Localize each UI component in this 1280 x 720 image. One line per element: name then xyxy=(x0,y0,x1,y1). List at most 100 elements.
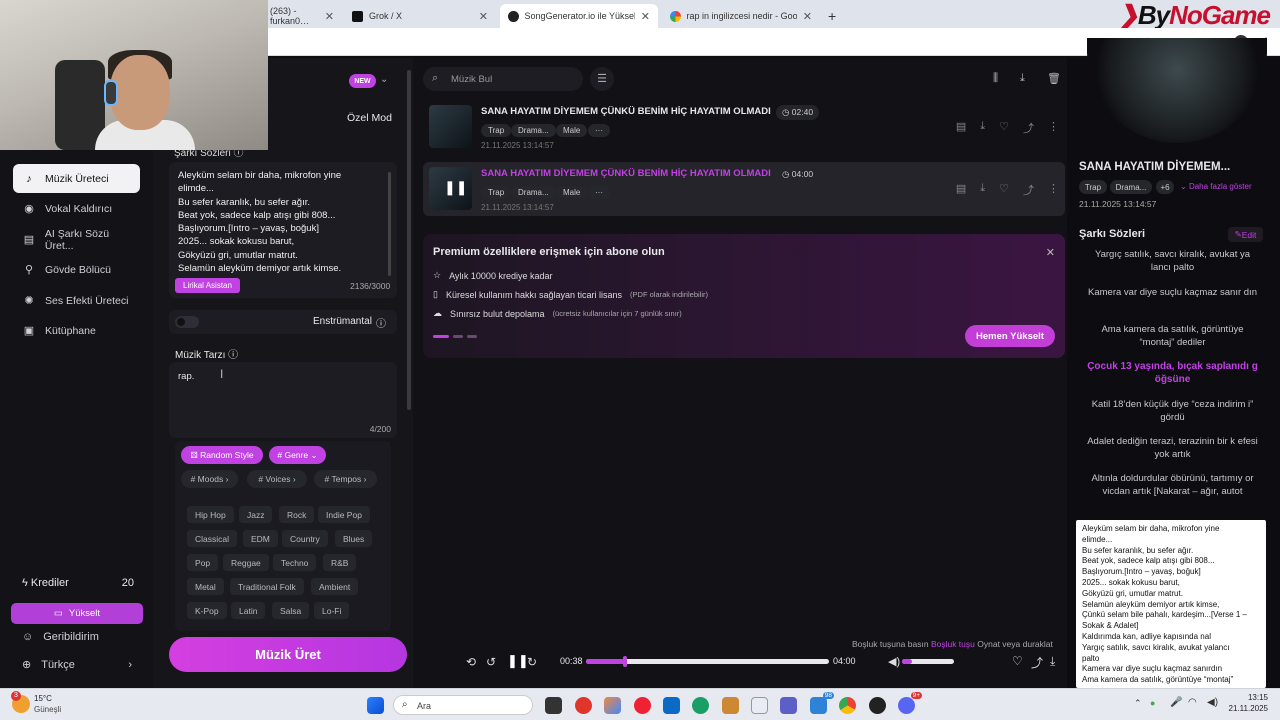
sidebar-item-stem-splitter[interactable]: ⚲ Gövde Bölücü xyxy=(13,255,140,284)
taskbar-date[interactable]: 21.11.2025 xyxy=(1224,704,1268,713)
genre-chip[interactable]: Indie Pop xyxy=(318,506,370,523)
song-more-tags[interactable]: ··· xyxy=(588,186,610,199)
download-icon[interactable]: ⤓ xyxy=(980,182,985,198)
heart-icon[interactable]: ♡ xyxy=(1012,654,1023,668)
voices-tab[interactable]: # Voices › xyxy=(247,470,307,488)
opera-icon[interactable] xyxy=(634,697,651,714)
random-style-button[interactable]: ⚄ Random Style xyxy=(181,446,263,464)
speaker-icon[interactable]: ◀) xyxy=(1207,697,1218,708)
genre-chip[interactable]: EDM xyxy=(243,530,278,547)
music-style-input[interactable]: rap. I 4/200 xyxy=(169,362,397,438)
library-view-icon[interactable]: ⫼ xyxy=(993,72,998,85)
outlook-icon[interactable] xyxy=(663,697,680,714)
pause-icon[interactable]: ❚❚ xyxy=(507,653,529,669)
genre-chip[interactable]: Ambient xyxy=(311,578,359,595)
tab-songgenerator[interactable]: SongGenerator.io ile Yüksek Ka… ✕ xyxy=(500,4,658,28)
share-icon[interactable]: ⤴ xyxy=(1031,654,1043,671)
genre-chip[interactable]: Salsa xyxy=(272,602,310,619)
edit-lyrics-button[interactable]: ✎ Edit xyxy=(1228,227,1263,242)
more-icon[interactable]: ⋮ xyxy=(1048,120,1059,136)
tab-grok[interactable]: Grok / X ✕ xyxy=(344,4,496,28)
lyrics-icon[interactable]: ▤ xyxy=(956,182,966,198)
heart-icon[interactable]: ♡ xyxy=(999,182,1009,198)
more-icon[interactable]: ⋮ xyxy=(1048,182,1059,198)
moods-tab[interactable]: # Moods › xyxy=(181,470,238,488)
tab-youtube[interactable]: (263) - furkan0… ✕ xyxy=(262,4,342,28)
generate-music-button[interactable]: Müzik Üret xyxy=(169,637,407,672)
tab-google[interactable]: rap in ingilizcesi nedir - Google ✕ xyxy=(662,4,820,28)
search-box[interactable]: ⌕ Müzik Bul xyxy=(423,67,583,91)
search-input[interactable]: Müzik Bul xyxy=(451,74,492,85)
share-icon[interactable]: ⤴ xyxy=(1023,182,1034,198)
chevron-down-icon[interactable]: ⌄ xyxy=(380,74,388,85)
tray-chevron-icon[interactable]: ⌃ xyxy=(1134,698,1142,709)
show-more-link[interactable]: ⌄ Daha fazla göster xyxy=(1180,182,1252,191)
genre-chip[interactable]: Hip Hop xyxy=(187,506,234,523)
song-more-tags[interactable]: ··· xyxy=(588,124,610,137)
genre-chip[interactable]: R&B xyxy=(323,554,357,571)
download-icon[interactable]: ⤓ xyxy=(1050,654,1055,669)
windows-start-icon[interactable] xyxy=(367,697,384,714)
progress-track[interactable] xyxy=(586,656,829,667)
taskbar-search[interactable]: ⌕ Ara xyxy=(393,695,533,715)
carousel-dot-active[interactable] xyxy=(433,335,449,338)
repeat-icon[interactable]: ⟲ xyxy=(466,655,476,669)
genre-chip[interactable]: Reggae xyxy=(223,554,269,571)
download-icon[interactable]: ⤓ xyxy=(980,120,985,136)
close-icon[interactable]: ✕ xyxy=(641,10,650,23)
download-icon[interactable]: ⤓ xyxy=(1020,72,1025,85)
genre-chip[interactable]: Pop xyxy=(187,554,219,571)
genre-chip[interactable]: Country xyxy=(282,530,328,547)
obs-icon[interactable] xyxy=(869,697,886,714)
tempos-tab[interactable]: # Tempos › xyxy=(314,470,377,488)
lyrics-scrollbar[interactable] xyxy=(388,172,391,276)
chrome-icon[interactable] xyxy=(839,697,856,714)
genre-chip[interactable]: Classical xyxy=(187,530,238,547)
carousel-dot[interactable] xyxy=(467,335,477,338)
new-tab-button[interactable]: + xyxy=(820,4,840,28)
genre-chip[interactable]: Metal xyxy=(187,578,224,595)
song-row-playing[interactable]: ❚❚ SANA HAYATIM DİYEMEM ÇÜNKÜ BENİM HİÇ … xyxy=(423,162,1065,216)
feedback-link[interactable]: ☺ Geribildirim xyxy=(22,631,99,643)
genre-chip[interactable]: Lo-Fi xyxy=(314,602,350,619)
wifi-icon[interactable]: ◠ xyxy=(1188,697,1197,708)
taskbar-time[interactable]: 13:15 xyxy=(1228,693,1268,702)
trash-icon[interactable]: 🗑 xyxy=(1047,72,1061,85)
genre-chip[interactable]: K-Pop xyxy=(187,602,227,619)
form-scrollbar[interactable] xyxy=(407,70,411,410)
app-icon[interactable] xyxy=(575,697,592,714)
upgrade-now-button[interactable]: Hemen Yükselt xyxy=(965,325,1055,347)
genre-tab[interactable]: # Genre ⌄ xyxy=(269,446,326,464)
forward-icon[interactable]: ↻ xyxy=(527,655,537,669)
genre-chip[interactable]: Traditional Folk xyxy=(230,578,304,595)
sidebar-item-ai-lyrics[interactable]: ▤ AI Şarkı Sözü Üret... xyxy=(13,225,140,254)
mail-icon[interactable]: 98 xyxy=(810,692,834,714)
sidebar-item-library[interactable]: ▣ Kütüphane xyxy=(13,316,140,345)
instrumental-toggle[interactable] xyxy=(175,316,199,328)
task-view-icon[interactable] xyxy=(545,697,562,714)
microphone-icon[interactable]: 🎤 xyxy=(1170,697,1182,708)
genre-chip[interactable]: Jazz xyxy=(239,506,273,523)
volume-icon[interactable]: ◀) xyxy=(888,655,900,668)
filter-list-icon[interactable]: ☰ xyxy=(590,67,614,91)
sidebar-item-vocal-remover[interactable]: ◉ Vokal Kaldırıcı xyxy=(13,194,140,223)
song-row[interactable]: SANA HAYATIM DİYEMEM ÇÜNKÜ BENİM HİÇ HAY… xyxy=(423,100,1065,154)
custom-mode-label[interactable]: Özel Mod xyxy=(347,112,392,124)
progress-handle[interactable] xyxy=(622,656,627,667)
store-icon[interactable] xyxy=(751,697,768,714)
genre-chip[interactable]: Techno xyxy=(273,554,317,571)
language-selector[interactable]: ⊕ Türkçe › xyxy=(22,658,132,672)
teams-icon[interactable] xyxy=(780,697,797,714)
carousel-dot[interactable] xyxy=(453,335,463,338)
volume-slider[interactable] xyxy=(902,659,954,664)
sidebar-upgrade-button[interactable]: ▭ Yükselt xyxy=(11,603,143,624)
close-icon[interactable]: ✕ xyxy=(1046,246,1055,259)
copilot-icon[interactable] xyxy=(604,697,621,714)
close-icon[interactable]: ✕ xyxy=(803,10,812,23)
rewind-icon[interactable]: ↺ xyxy=(486,655,496,669)
genre-chip[interactable]: Blues xyxy=(335,530,373,547)
sidebar-item-sound-effect[interactable]: ✺ Ses Efekti Üreteci xyxy=(13,286,140,315)
lyric-assistant-button[interactable]: Lirikal Asistan xyxy=(175,278,240,293)
discord-icon[interactable]: 9+ xyxy=(898,692,922,714)
genre-chip[interactable]: Latin xyxy=(231,602,266,619)
